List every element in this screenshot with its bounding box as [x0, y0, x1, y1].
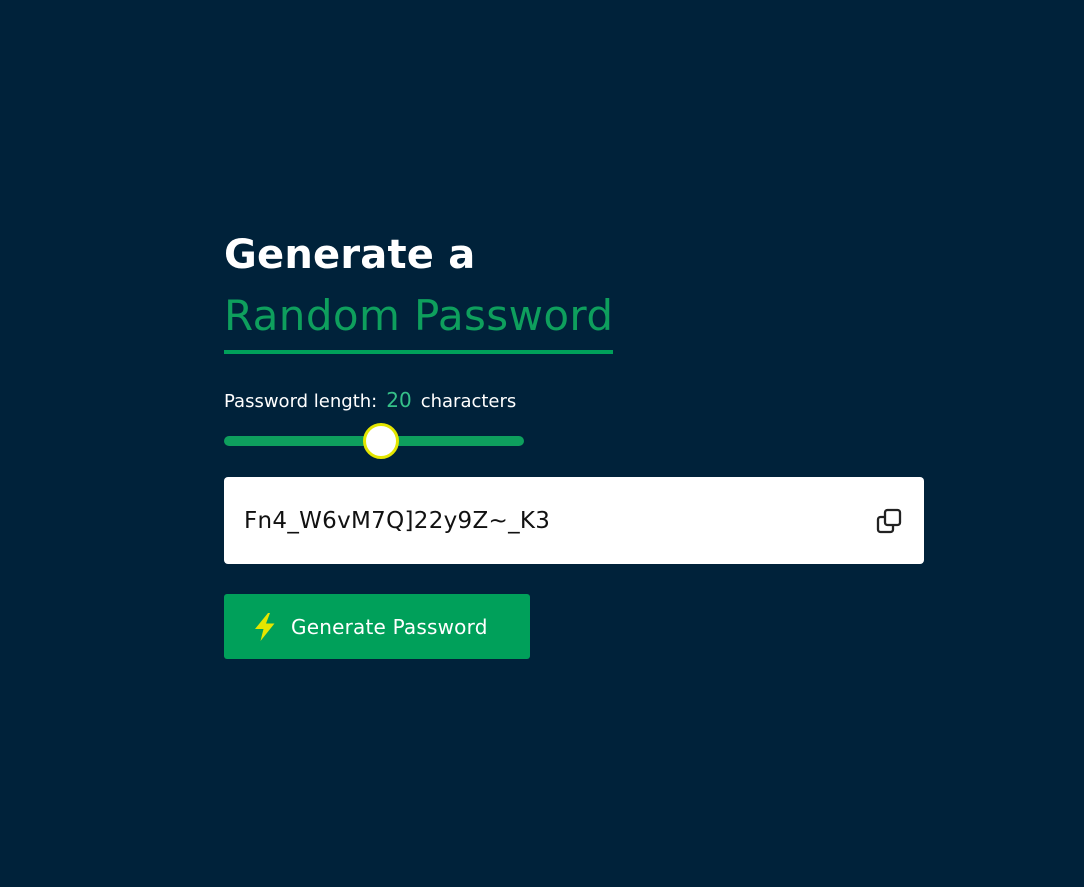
generate-password-label: Generate Password [291, 614, 488, 639]
password-length-label: Password length: [224, 391, 378, 412]
lightning-bolt-icon [255, 612, 275, 641]
generate-password-button[interactable]: Generate Password [224, 594, 530, 659]
password-length-slider[interactable] [224, 423, 524, 459]
title-underline: Random Password [224, 284, 614, 354]
password-generator: Generate a Random Password Password leng… [224, 226, 924, 659]
password-length-unit: characters [420, 391, 517, 412]
slider-thumb[interactable] [363, 423, 399, 459]
password-text: Fn4_W6vM7Q]22y9Z~_K3 [244, 507, 551, 534]
copy-button[interactable] [874, 506, 904, 536]
password-length-value: 20 [386, 388, 412, 412]
title-line-1: Generate a [224, 232, 476, 278]
password-length-row: Password length: 20 characters [224, 386, 924, 416]
copy-icon [876, 508, 902, 533]
password-output: Fn4_W6vM7Q]22y9Z~_K3 [224, 477, 924, 564]
title-line-2: Random Password [224, 291, 614, 340]
